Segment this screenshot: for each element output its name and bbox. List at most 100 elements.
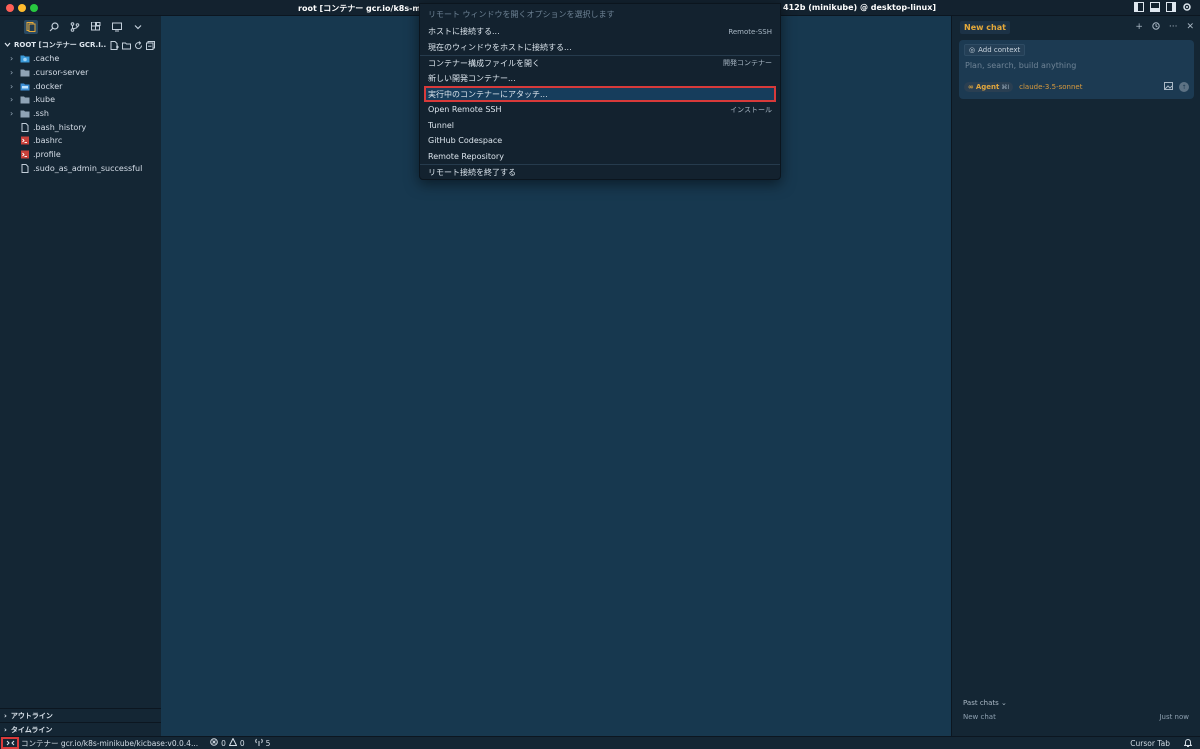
palette-item-connect-host[interactable]: ホストに接続する... Remote-SSH [420, 24, 780, 40]
source-control-icon[interactable] [69, 22, 80, 33]
tree-file-sudo-as-admin[interactable]: .sudo_as_admin_successful [0, 162, 161, 176]
explorer-root-header[interactable]: ROOT [コンテナー GCR.I... [0, 38, 161, 52]
past-chat-time: Just now [1159, 713, 1189, 721]
search-icon[interactable] [48, 22, 59, 33]
palette-item-open-container-config[interactable]: コンテナー構成ファイルを開く 開発コンテナー [420, 55, 780, 71]
remote-command-palette: リモート ウィンドウを開くオプションを選択します ホストに接続する... Rem… [419, 3, 781, 180]
toggle-panel-icon[interactable] [1150, 2, 1160, 12]
bell-icon[interactable] [1183, 738, 1193, 749]
settings-gear-icon[interactable] [1182, 2, 1192, 12]
model-selector[interactable]: claude-3.5-sonnet [1019, 83, 1082, 91]
ports-indicator[interactable]: 5 [254, 738, 271, 748]
palette-item-label: ホストに接続する... [428, 27, 500, 37]
folder-icon [20, 109, 30, 118]
folder-icon [20, 68, 30, 77]
palette-item-connect-current-window[interactable]: 現在のウィンドウをホストに接続する... [420, 40, 780, 56]
chevron-down-icon: ⌄ [1001, 699, 1007, 707]
explorer-files-icon[interactable] [24, 20, 38, 34]
timeline-label: タイムライン [10, 725, 53, 734]
tree-folder-cursor-server[interactable]: › .cursor-server [0, 66, 161, 80]
tree-item-label: .cache [33, 54, 60, 64]
tree-file-bashrc[interactable]: .bashrc [0, 134, 161, 148]
palette-item-attach-running-container[interactable]: 実行中のコンテナーにアタッチ... [424, 86, 776, 102]
palette-item-label: リモート接続を終了する [428, 168, 516, 178]
more-options-icon[interactable]: ··· [1169, 22, 1178, 33]
chevron-down-icon [4, 41, 11, 50]
chevron-down-icon[interactable] [132, 22, 143, 33]
tree-file-profile[interactable]: .profile [0, 148, 161, 162]
remote-status-label[interactable]: コンテナー gcr.io/k8s-minikube/kicbase:v0.0.4… [21, 738, 198, 749]
tree-item-label: .bash_history [33, 122, 87, 132]
tree-folder-kube[interactable]: › .kube [0, 93, 161, 107]
palette-input[interactable]: リモート ウィンドウを開くオプションを選択します [420, 4, 780, 24]
toggle-primary-sidebar-icon[interactable] [1134, 2, 1144, 12]
agent-label: Agent [975, 83, 1000, 91]
extensions-icon[interactable] [90, 22, 101, 33]
palette-item-tunnel[interactable]: Tunnel [420, 118, 780, 134]
chat-input-box[interactable]: ◎ Add context Plan, search, build anythi… [959, 40, 1194, 99]
collapse-all-icon[interactable] [146, 40, 155, 50]
palette-item-label: 現在のウィンドウをホストに接続する... [428, 42, 572, 52]
remote-explorer-icon[interactable] [111, 22, 122, 33]
minimize-window-button[interactable] [18, 4, 26, 12]
shell-file-icon [20, 150, 30, 159]
chevron-right-icon: › [10, 68, 14, 78]
plus-icon[interactable]: + [1135, 22, 1143, 33]
palette-item-new-dev-container[interactable]: 新しい開発コンテナー... [420, 71, 780, 87]
past-chat-item[interactable]: New chat Just now [963, 713, 1189, 721]
tree-folder-ssh[interactable]: › .ssh [0, 107, 161, 121]
error-icon [210, 738, 218, 748]
outline-section-header[interactable]: › アウトライン [0, 708, 161, 722]
palette-item-hint[interactable]: インストール [730, 105, 772, 115]
palette-item-label: Remote Repository [428, 152, 504, 162]
tree-item-label: .docker [33, 81, 63, 91]
close-icon[interactable]: ✕ [1186, 22, 1194, 33]
chevron-right-icon: › [10, 54, 14, 64]
image-icon[interactable] [1164, 82, 1173, 92]
shell-file-icon [20, 136, 30, 145]
toggle-secondary-sidebar-icon[interactable] [1166, 2, 1176, 12]
chevron-right-icon: › [4, 725, 7, 734]
past-chats-header[interactable]: Past chats ⌄ [963, 699, 1007, 707]
chevron-right-icon: › [4, 711, 7, 720]
past-chat-title: New chat [963, 713, 996, 721]
send-icon[interactable]: ↑ [1179, 82, 1189, 92]
agent-mode-selector[interactable]: ∞ Agent ⌘I [964, 82, 1014, 92]
maximize-window-button[interactable] [30, 4, 38, 12]
tree-item-label: .cursor-server [33, 68, 89, 78]
ports-count: 5 [265, 738, 271, 748]
refresh-icon[interactable] [134, 40, 143, 50]
explorer-sidebar: ROOT [コンテナー GCR.I... › .cache › .cursor-… [0, 38, 161, 736]
palette-item-github-codespace[interactable]: GitHub Codespace [420, 133, 780, 149]
sidebar-bottom-panels: › アウトライン › タイムライン [0, 708, 161, 736]
warning-count: 0 [239, 738, 245, 748]
history-icon[interactable] [1152, 22, 1160, 33]
new-file-icon[interactable] [110, 40, 119, 50]
add-context-label: Add context [978, 46, 1021, 54]
problems-indicator[interactable]: 0 0 [210, 737, 245, 748]
tree-folder-cache[interactable]: › .cache [0, 52, 161, 66]
palette-item-close-remote-connection[interactable]: リモート接続を終了する [420, 164, 780, 180]
tree-file-bash-history[interactable]: .bash_history [0, 120, 161, 134]
palette-item-remote-repository[interactable]: Remote Repository [420, 149, 780, 165]
chat-input-placeholder[interactable]: Plan, search, build anything [965, 61, 1076, 70]
timeline-section-header[interactable]: › タイムライン [0, 722, 161, 736]
tree-folder-docker[interactable]: › .docker [0, 79, 161, 93]
past-chats-label: Past chats [963, 699, 999, 707]
error-count: 0 [221, 738, 226, 748]
chat-panel: New chat + ··· ✕ ◎ Add context Plan, sea… [951, 16, 1200, 736]
cursor-tab-status[interactable]: Cursor Tab [1130, 739, 1170, 748]
tree-item-label: .kube [33, 95, 55, 105]
palette-item-open-remote-ssh[interactable]: Open Remote SSH インストール [420, 102, 780, 118]
palette-item-label: コンテナー構成ファイルを開く [428, 58, 540, 68]
add-context-button[interactable]: ◎ Add context [964, 44, 1026, 56]
chevron-right-icon: › [10, 95, 14, 105]
close-window-button[interactable] [6, 4, 14, 12]
radio-tower-icon [254, 738, 263, 748]
remote-indicator-button[interactable] [1, 737, 19, 749]
infinity-icon: ∞ [968, 83, 974, 91]
remote-connection-icon [6, 740, 14, 746]
chat-tab-new-chat[interactable]: New chat [960, 20, 1010, 34]
new-folder-icon[interactable] [122, 41, 131, 50]
chevron-right-icon: › [10, 81, 14, 91]
